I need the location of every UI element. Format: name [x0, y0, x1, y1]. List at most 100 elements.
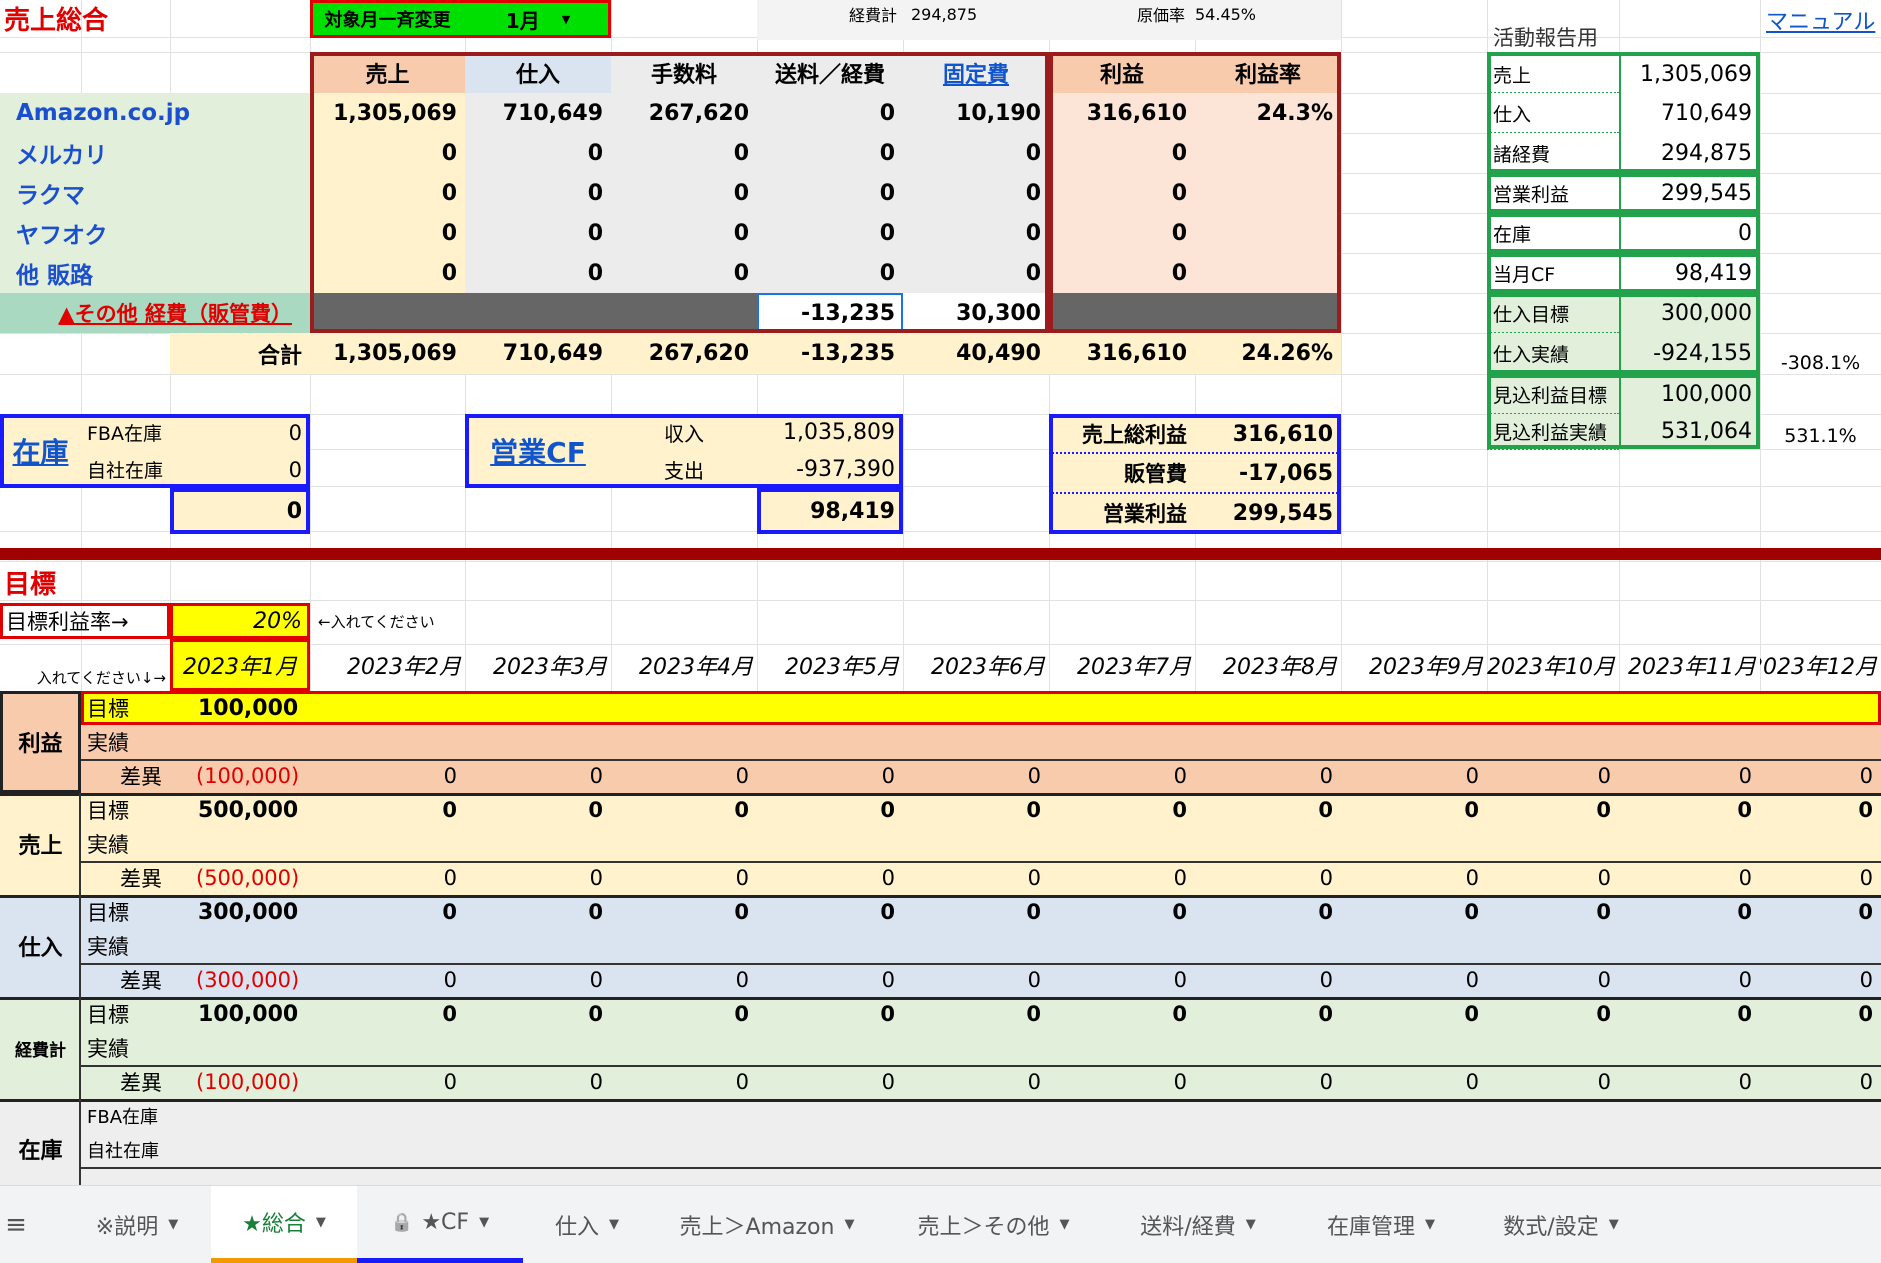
- sheet-tab[interactable]: ★総合 ▼: [211, 1186, 357, 1263]
- summary-header-5: 利益: [1099, 62, 1144, 88]
- target-zero: 0: [1737, 1002, 1752, 1026]
- chevron-down-icon[interactable]: ▼: [1060, 1217, 1070, 1232]
- target-zero: 0: [1026, 900, 1041, 924]
- summary-cell: 0: [441, 220, 457, 246]
- diff-label: 差異: [120, 765, 162, 789]
- chevron-down-icon[interactable]: ▼: [1425, 1217, 1435, 1232]
- target-value: 100,000: [198, 695, 299, 721]
- section-name: 利益: [18, 732, 63, 757]
- diff-zero: 0: [1597, 866, 1611, 890]
- summary-header-3: 送料／経費: [774, 62, 885, 88]
- summary-header-4[interactable]: 固定費: [903, 52, 1049, 93]
- target-zero: 0: [1858, 798, 1873, 822]
- target-zero: 0: [1737, 900, 1752, 924]
- summary-cell: 0: [587, 140, 603, 166]
- total-cell: 316,610: [1086, 341, 1187, 366]
- report-label: 売上: [1493, 64, 1532, 87]
- summary-cell: 0: [587, 260, 603, 286]
- month-header: 2023年3月: [493, 655, 607, 680]
- summary-cell: 24.3%: [1256, 100, 1333, 126]
- sga-value: -17,065: [1238, 460, 1333, 486]
- summary-cell: 0: [1025, 180, 1041, 206]
- summary-cell: 0: [1025, 260, 1041, 286]
- chevron-down-icon[interactable]: ▼: [168, 1217, 178, 1232]
- diff-zero: 0: [1027, 1070, 1041, 1094]
- target-zero: 0: [734, 1002, 749, 1026]
- sheet-tab-label: 送料/経費: [1140, 1214, 1236, 1240]
- target-label: 目標: [87, 901, 129, 925]
- report-label: 諸経費: [1493, 143, 1551, 166]
- report-value: 100,000: [1661, 381, 1752, 407]
- spreadsheet-grid[interactable]: 売上総合 対象月一斉変更 1月 ▼ 経費計 294,875 原価率 54.45% 活動報告用 マ…: [0, 0, 1881, 1185]
- diff-zero: 0: [1173, 764, 1187, 788]
- diff-zero: 0: [1859, 1070, 1873, 1094]
- manual-link[interactable]: マニュアル: [1760, 0, 1881, 40]
- chevron-down-icon[interactable]: ▼: [609, 1217, 619, 1232]
- diff-zero: 0: [735, 764, 749, 788]
- diff-zero: 0: [1465, 764, 1479, 788]
- diff-zero: 0: [735, 866, 749, 890]
- total-label: 合計: [257, 343, 302, 369]
- sheet-tab-label: 在庫管理: [1326, 1214, 1415, 1240]
- chevron-down-icon[interactable]: ▼: [1246, 1217, 1256, 1232]
- report-value: 98,419: [1675, 260, 1752, 286]
- month-header[interactable]: 2023年1月: [170, 639, 310, 691]
- total-cell: -13,235: [800, 341, 895, 366]
- sheet-tab-label: ※説明: [95, 1214, 159, 1240]
- summary-cell: 0: [587, 220, 603, 246]
- target-zero: 0: [1172, 798, 1187, 822]
- cf-title[interactable]: 営業CF: [465, 414, 611, 488]
- chevron-down-icon[interactable]: ▼: [316, 1215, 326, 1230]
- summary-cell: 0: [879, 220, 895, 246]
- month-header: 2023年11月: [1628, 655, 1756, 680]
- report-label: 見込利益実績: [1493, 422, 1608, 444]
- expense-total-value: 294,875: [911, 4, 978, 24]
- summary-cell: 0: [1171, 220, 1187, 246]
- sheet-tab[interactable]: ※説明 ▼: [62, 1186, 212, 1263]
- gross-profit-label: 売上総利益: [1082, 423, 1187, 447]
- sheet-tab[interactable]: 送料/経費 ▼: [1104, 1186, 1292, 1263]
- total-cell: 1,305,069: [333, 341, 457, 366]
- sheet-tab[interactable]: 売上＞Amazon ▼: [651, 1186, 883, 1263]
- target-zero: 0: [1737, 798, 1752, 822]
- diff-zero: 0: [1597, 968, 1611, 992]
- diff-zero: 0: [1859, 968, 1873, 992]
- diff-zero: 0: [1319, 968, 1333, 992]
- report-value: 299,545: [1661, 180, 1752, 206]
- sheet-tab[interactable]: 売上＞その他 ▼: [883, 1186, 1104, 1263]
- inv-fba-label: FBA在庫: [87, 1107, 159, 1128]
- summary-cell: 0: [1025, 140, 1041, 166]
- sheet-tab[interactable]: 在庫管理 ▼: [1292, 1186, 1470, 1263]
- target-zero: 0: [734, 798, 749, 822]
- target-rate-input[interactable]: 20%: [170, 603, 310, 639]
- target-zero: 0: [1318, 1002, 1333, 1026]
- goals-title: 目標: [4, 569, 57, 600]
- chevron-down-icon[interactable]: ▼: [1609, 1217, 1619, 1232]
- diff-zero: 0: [1859, 866, 1873, 890]
- month-select[interactable]: 1月 ▼: [465, 0, 611, 38]
- actual-label: 実績: [87, 935, 129, 959]
- sheet-tab[interactable]: 🔒 ★CF ▼: [357, 1186, 523, 1263]
- diff-zero: 0: [1173, 968, 1187, 992]
- all-sheets-menu-button[interactable]: ≡: [0, 1186, 32, 1263]
- month-header: 2023年2月: [347, 655, 461, 680]
- summary-cell: 0: [441, 180, 457, 206]
- target-zero: 0: [1464, 900, 1479, 924]
- chevron-down-icon[interactable]: ▼: [844, 1217, 854, 1232]
- target-value: 100,000: [198, 1001, 299, 1027]
- diff-zero: 0: [443, 764, 457, 788]
- sheet-tab[interactable]: 仕入 ▼: [523, 1186, 651, 1263]
- cf-income: 1,035,809: [783, 420, 895, 445]
- diff-zero: 0: [1465, 866, 1479, 890]
- chevron-down-icon[interactable]: ▼: [479, 1215, 489, 1230]
- cost-rate-value: 54.45%: [1195, 4, 1257, 24]
- sheet-tab[interactable]: 数式/設定 ▼: [1470, 1186, 1652, 1263]
- inventory-title[interactable]: 在庫: [0, 414, 81, 488]
- month-hint: 入れてください↓→: [36, 668, 166, 687]
- cell-fill: [81, 691, 1881, 725]
- summary-cell: 0: [441, 140, 457, 166]
- diff-zero: 0: [443, 866, 457, 890]
- summary-cell: 1,305,069: [333, 100, 457, 126]
- target-zero: 0: [880, 1002, 895, 1026]
- summary-header-1: 仕入: [515, 62, 560, 88]
